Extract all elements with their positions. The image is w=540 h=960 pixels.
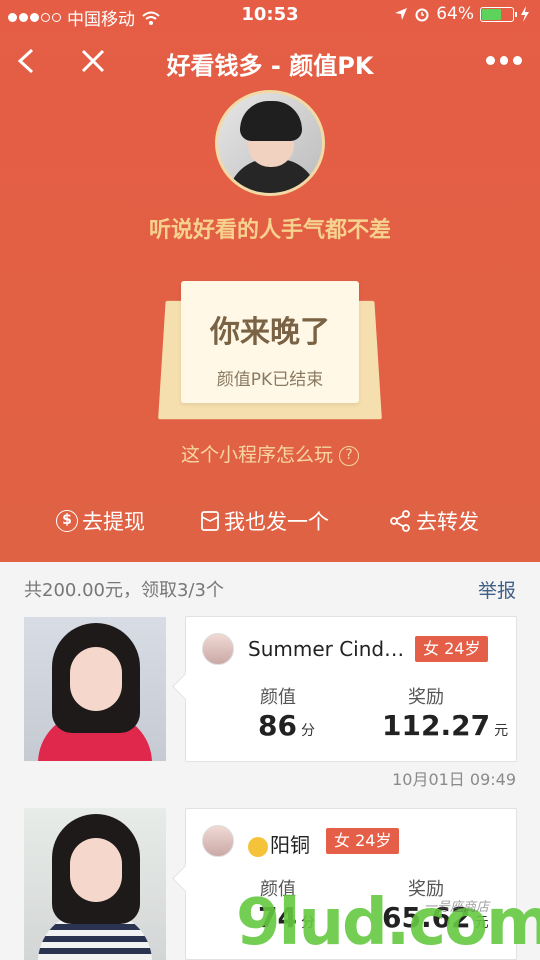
location-arrow-icon — [395, 8, 408, 20]
entry-name-row: 阳铜 — [248, 829, 310, 858]
alarm-icon — [415, 8, 429, 22]
entry-name: 阳铜 — [270, 833, 310, 857]
reward-value-row: 112.27 元 — [382, 709, 508, 742]
result-card: 你来晚了 颜值PK已结束 — [181, 281, 359, 403]
status-bar: 中国移动 10:53 64% — [0, 0, 540, 30]
how-to-play-label: 这个小程序怎么玩 — [180, 444, 333, 466]
reward-value: 112.27 — [382, 709, 491, 742]
gender-age-badge: 女 24岁 — [415, 636, 489, 662]
question-mark-icon: ? — [339, 445, 359, 466]
battery-percent: 64% — [436, 4, 474, 24]
reward-unit: 元 — [494, 723, 509, 739]
summary-text: 共200.00元，领取3/3个 — [24, 580, 224, 601]
how-to-play-link[interactable]: 这个小程序怎么玩? — [0, 440, 540, 467]
charging-icon — [521, 6, 529, 22]
gender-age-badge: 女 24岁 — [326, 828, 400, 854]
entry-timestamp: 10月01日 09:49 — [392, 770, 516, 789]
withdraw-button[interactable]: $ 去提现 — [56, 506, 145, 536]
result-subtitle: 颜值PK已结束 — [216, 370, 324, 390]
entry-name: Summer Cind… — [248, 637, 405, 661]
withdraw-label: 去提现 — [82, 510, 145, 534]
send-one-label: 我也发一个 — [224, 510, 329, 534]
result-title: 你来晚了 — [210, 315, 330, 350]
envelope-icon — [201, 511, 219, 531]
score-value-row: 86 分 — [258, 709, 315, 742]
share-button[interactable]: 去转发 — [388, 506, 479, 536]
watermark-caption: 一号座商店 — [424, 900, 490, 915]
score-unit: 分 — [300, 723, 315, 739]
slogan-text: 听说好看的人手气都不差 — [148, 218, 391, 243]
sun-emoji-icon — [248, 836, 268, 857]
more-menu-icon[interactable] — [486, 50, 523, 70]
entry-card[interactable]: Summer Cind… 女 24岁 颜值 奖励 86 分 112.27 元 — [185, 616, 517, 762]
avatar — [202, 825, 234, 857]
dollar-icon: $ — [56, 510, 78, 532]
score-value: 86 — [258, 709, 297, 742]
report-link[interactable]: 举报 — [478, 576, 516, 603]
navigation-bar: 好看钱多 - 颜值PK — [0, 38, 540, 84]
entry-photo[interactable] — [24, 808, 166, 960]
share-label: 去转发 — [416, 510, 479, 534]
host-avatar — [215, 90, 325, 196]
avatar — [202, 633, 234, 665]
entry-photo[interactable] — [24, 617, 166, 761]
header-section: 中国移动 10:53 64% 好看钱多 - 颜值PK 听说好看的人手气都不差 你… — [0, 0, 540, 562]
send-one-button[interactable]: 我也发一个 — [200, 506, 329, 536]
reward-label: 奖励 — [408, 687, 444, 708]
score-label: 颜值 — [260, 687, 296, 708]
share-icon — [390, 510, 410, 532]
battery-icon — [480, 6, 517, 22]
watermark-logo: 9lud.com — [236, 886, 540, 960]
page-title: 好看钱多 - 颜值PK — [166, 52, 374, 80]
